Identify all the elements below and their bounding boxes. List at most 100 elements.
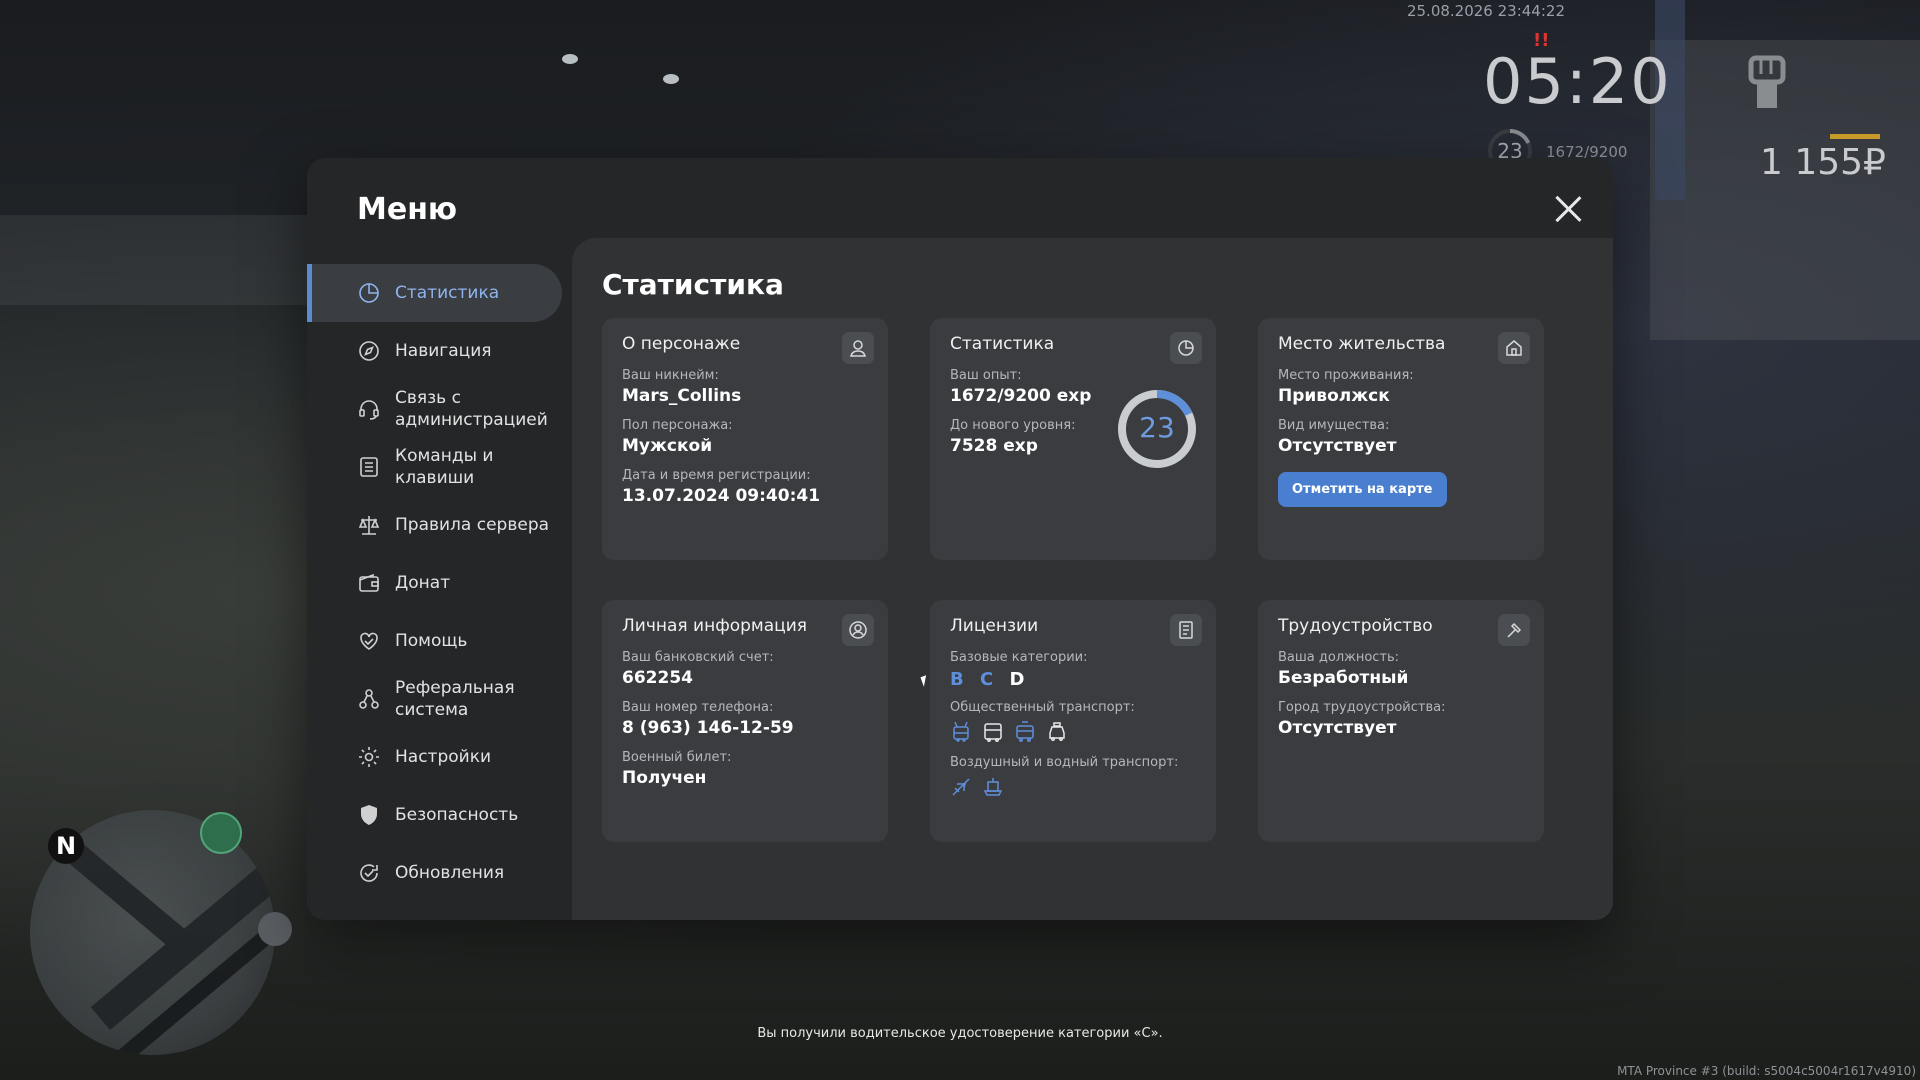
sidebar-item-label: Безопасность [395,805,519,825]
sidebar-item-updates[interactable]: Обновления [307,844,562,902]
residence-label: Место проживания: [1278,368,1414,383]
hud-money: 1 155₽ [1760,142,1886,183]
military-label: Военный билет: [622,750,732,765]
position-label: Ваша должность: [1278,650,1400,665]
sidebar-item-statistics[interactable]: Статистика [307,264,562,322]
sidebar-item-settings[interactable]: Настройки [307,728,562,786]
sidebar-item-label: Команды и клавиши [395,446,494,488]
residence-value: Приволжск [1278,386,1390,406]
registration-value: 13.07.2024 09:40:41 [622,486,821,506]
user-circle-icon [842,614,874,646]
trolleybus-icon [953,721,969,742]
scales-icon [358,516,380,535]
mark-on-map-button[interactable]: Отметить на карте [1278,472,1447,507]
card-title: О персонаже [622,334,741,354]
sidebar-item-label: Правила сервера [395,515,550,535]
card-title: Личная информация [622,616,808,636]
card-residence: Место жительства Место проживания: Приво… [1258,318,1544,560]
plane-icon [952,778,970,796]
sidebar-item-donate[interactable]: Донат [307,554,562,612]
category-c: C [980,669,994,690]
property-value: Отсутствует [1278,436,1397,456]
sidebar-item-admin-contact[interactable]: Связь с администрацией [307,380,562,438]
sidebar-item-label: Статистика [395,283,500,303]
sidebar-item-rules[interactable]: Правила сервера [307,496,562,554]
gear-icon [359,747,379,767]
document-icon [1170,614,1202,646]
phone-label: Ваш номер телефона: [622,700,774,715]
sidebar-item-label: Обновления [395,863,505,883]
sidebar-item-help[interactable]: Помощь [307,612,562,670]
modal-title: Меню [357,192,458,227]
user-icon [842,332,874,364]
tram-icon [1016,721,1034,742]
nickname-value: Mars_Collins [622,386,742,406]
close-icon[interactable] [1551,192,1585,226]
sidebar-item-label: Навигация [395,341,492,361]
fist-icon [1748,55,1786,108]
build-info: MTA Province #3 (build: s5004c5004r1617v… [1617,1064,1916,1078]
hud-clock: 05:20 [1483,45,1672,118]
background-wall [0,215,330,305]
street-light [663,74,679,84]
registration-label: Дата и время регистрации: [622,468,811,483]
wallet-icon [359,573,379,592]
exp-label: Ваш опыт: [950,368,1022,383]
sidebar-item-label: Помощь [395,631,468,651]
pie-chart-icon [359,283,379,303]
card-employment: Трудоустройство Ваша должность: Безработ… [1258,600,1544,842]
sidebar-item-navigation[interactable]: Навигация [307,322,562,380]
license-categories: B C D [950,669,1196,690]
sidebar-item-security[interactable]: Безопасность [307,786,562,844]
category-b: B [950,669,964,690]
card-title: Лицензии [950,616,1039,636]
gender-label: Пол персонажа: [622,418,733,433]
position-value: Безработный [1278,668,1409,688]
property-label: Вид имущества: [1278,418,1390,433]
gender-value: Мужской [622,436,713,456]
minimap-north-label: N [48,828,84,864]
job-city-value: Отсутствует [1278,718,1397,738]
street-light [562,54,578,64]
pie-chart-icon [1170,332,1202,364]
list-icon [360,457,378,477]
heart-hand-icon [360,632,378,650]
card-title: Статистика [950,334,1055,354]
card-personal-info: Личная информация Ваш банковский счет: 6… [602,600,888,842]
card-statistics: Статистика Ваш опыт: 1672/9200 exp До но… [930,318,1216,560]
category-d: D [1009,669,1025,690]
shield-icon [361,805,377,825]
map-bus-icon [200,812,242,854]
military-value: Получен [622,768,707,788]
level-value: 23 [1139,411,1175,444]
sidebar-item-label: Настройки [395,747,492,767]
hud-money-bar [1830,134,1880,139]
taxi-icon [1049,722,1065,741]
sidebar-item-label: Связь с администрацией [395,388,548,430]
air-water-icons [950,776,1196,798]
sidebar-item-referral[interactable]: Реферальная система [307,670,562,728]
bank-value: 662254 [622,668,693,688]
hud-datetime: 25.08.2026 23:44:22 [1406,2,1565,20]
bank-label: Ваш банковский счет: [622,650,774,665]
card-licenses: Лицензии Базовые категории: B C D Общест… [930,600,1216,842]
notification-message: Вы получили водительское удостоверение к… [757,1026,1163,1041]
phone-value: 8 (963) 146-12-59 [622,718,794,738]
sidebar-item-label: Донат [395,573,451,593]
page-title: Статистика [602,268,784,301]
compass-icon [359,341,379,361]
nickname-label: Ваш никнейм: [622,368,719,383]
refresh-icon [360,864,378,882]
menu-modal: Меню Статистика Навигация Связь с админи… [307,158,1613,920]
content-panel: Статистика О персонаже Ваш никнейм: Mars… [572,238,1613,920]
sidebar-item-label: Реферальная система [395,678,515,720]
sidebar-item-commands[interactable]: Команды и клавиши [307,438,562,496]
sidebar: Статистика Навигация Связь с администрац… [307,264,562,902]
card-character: О персонаже Ваш никнейм: Mars_Collins По… [602,318,888,560]
public-transport-label: Общественный транспорт: [950,700,1135,715]
boat-icon [983,778,1003,796]
card-title: Трудоустройство [1278,616,1433,636]
referral-icon [359,689,379,709]
job-city-label: Город трудоустройства: [1278,700,1446,715]
map-truck-icon [258,912,292,946]
